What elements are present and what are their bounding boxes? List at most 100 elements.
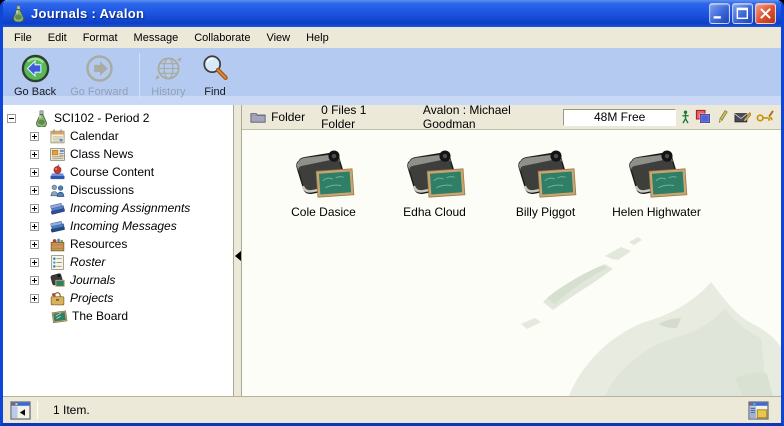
tree-item-label: Journals xyxy=(70,273,115,287)
the-board-icon xyxy=(51,308,68,325)
discussions-icon xyxy=(49,182,66,199)
person-icon[interactable] xyxy=(681,109,690,126)
go-forward-icon xyxy=(84,53,115,84)
journal-item-cole-dasice[interactable]: Cole Dasice xyxy=(268,144,379,219)
tree-item-sci102-period-2[interactable]: SCI102 - Period 2 xyxy=(3,109,233,127)
maximize-icon xyxy=(733,3,752,24)
splitter-collapse-arrow-icon[interactable] xyxy=(235,251,241,261)
minimize-button[interactable] xyxy=(709,3,730,24)
tree-item-projects[interactable]: Projects xyxy=(3,289,233,307)
folder-icon xyxy=(250,110,266,124)
journal-item-label: Helen Highwater xyxy=(612,205,701,219)
statusbar-separator xyxy=(37,401,38,419)
maximize-button[interactable] xyxy=(732,3,753,24)
tree-toggle-icon[interactable] xyxy=(10,401,31,420)
expand-expander-icon[interactable] xyxy=(30,132,39,141)
expand-expander-icon[interactable] xyxy=(30,204,39,213)
tree-item-class-news[interactable]: Class News xyxy=(3,145,233,163)
menu-item-help[interactable]: Help xyxy=(298,29,337,47)
account-name: Avalon : Michael Goodman xyxy=(423,103,551,131)
go-forward-button[interactable]: Go Forward xyxy=(63,52,135,98)
tree-item-label: Course Content xyxy=(70,165,154,179)
tree-item-label: Projects xyxy=(70,291,113,305)
journal-icon xyxy=(514,144,578,202)
folder-items: Cole Dasice Edha Cloud Billy Piggot Helen H… xyxy=(242,130,781,219)
flask-icon xyxy=(33,110,50,127)
tree-item-label: Calendar xyxy=(70,129,119,143)
menu-item-file[interactable]: File xyxy=(6,29,40,47)
menu-item-message[interactable]: Message xyxy=(126,29,187,47)
journal-item-helen-highwater[interactable]: Helen Highwater xyxy=(601,144,712,219)
expand-expander-icon[interactable] xyxy=(30,276,39,285)
status-text: 1 Item. xyxy=(53,403,748,417)
tree-item-journals[interactable]: Journals xyxy=(3,271,233,289)
tree-item-roster[interactable]: Roster xyxy=(3,253,233,271)
journal-item-edha-cloud[interactable]: Edha Cloud xyxy=(379,144,490,219)
tree-item-calendar[interactable]: Calendar xyxy=(3,127,233,145)
find-icon xyxy=(200,53,231,84)
menu-item-collaborate[interactable]: Collaborate xyxy=(186,29,258,47)
toolbar-separator xyxy=(139,53,140,99)
projects-icon xyxy=(49,290,66,307)
expand-expander-icon[interactable] xyxy=(30,186,39,195)
window-title: Journals : Avalon xyxy=(31,6,707,21)
menu-item-view[interactable]: View xyxy=(258,29,298,47)
layout-toggle-icon[interactable] xyxy=(748,401,769,420)
folder-label: Folder xyxy=(271,110,305,124)
layers-icon[interactable] xyxy=(695,109,711,126)
menu-item-edit[interactable]: Edit xyxy=(40,29,75,47)
tree-item-discussions[interactable]: Discussions xyxy=(3,181,233,199)
map-watermark xyxy=(509,228,781,396)
tree-item-label: Incoming Messages xyxy=(70,219,177,233)
toolbar-button-label: Find xyxy=(204,86,225,98)
tree-item-label: Class News xyxy=(70,147,133,161)
toolbar-button-label: Go Forward xyxy=(70,86,128,98)
key-icon[interactable] xyxy=(756,109,775,126)
expand-expander-icon[interactable] xyxy=(30,168,39,177)
journal-item-billy-piggot[interactable]: Billy Piggot xyxy=(490,144,601,219)
minimize-icon xyxy=(710,3,729,24)
free-space-indicator: 48M Free xyxy=(563,109,676,126)
tree-item-incoming-assignments[interactable]: Incoming Assignments xyxy=(3,199,233,217)
journal-icon xyxy=(292,144,356,202)
compose-icon[interactable] xyxy=(734,109,751,126)
expand-expander-icon[interactable] xyxy=(30,150,39,159)
tree-item-incoming-messages[interactable]: Incoming Messages xyxy=(3,217,233,235)
menu-item-format[interactable]: Format xyxy=(75,29,126,47)
calendar-icon xyxy=(49,128,66,145)
menu-bar: FileEditFormatMessageCollaborateViewHelp xyxy=(3,27,781,48)
content-header: Folder 0 Files 1 Folder Avalon : Michael… xyxy=(242,105,781,130)
tree-item-resources[interactable]: Resources xyxy=(3,235,233,253)
folder-view: Cole Dasice Edha Cloud Billy Piggot Helen H… xyxy=(242,130,781,396)
collapse-expander-icon[interactable] xyxy=(7,114,16,123)
expand-expander-icon[interactable] xyxy=(30,258,39,267)
splitter[interactable] xyxy=(233,105,242,396)
expand-expander-icon[interactable] xyxy=(30,240,39,249)
roster-icon xyxy=(49,254,66,271)
tree-item-the-board[interactable]: The Board xyxy=(3,307,233,325)
expand-expander-icon[interactable] xyxy=(30,222,39,231)
class-news-icon xyxy=(49,146,66,163)
journal-item-label: Edha Cloud xyxy=(403,205,466,219)
app-window: Journals : Avalon FileEditFormatMessageC… xyxy=(0,0,784,426)
close-button[interactable] xyxy=(755,3,776,24)
tree-item-label: Resources xyxy=(70,237,127,251)
pencil-icon[interactable] xyxy=(716,109,729,126)
title-bar: Journals : Avalon xyxy=(3,0,781,27)
journal-item-label: Billy Piggot xyxy=(516,205,575,219)
history-icon xyxy=(153,53,184,84)
history-button[interactable]: History xyxy=(144,52,192,98)
resources-icon xyxy=(49,236,66,253)
flask-icon xyxy=(10,5,27,22)
go-back-button[interactable]: Go Back xyxy=(7,52,63,98)
content-panel: Folder 0 Files 1 Folder Avalon : Michael… xyxy=(242,105,781,396)
main-area: SCI102 - Period 2 Calendar Class News Cours… xyxy=(3,105,781,396)
item-counts: 0 Files 1 Folder xyxy=(321,103,395,131)
incoming-messages-icon xyxy=(49,218,66,235)
incoming-assignments-icon xyxy=(49,200,66,217)
find-button[interactable]: Find xyxy=(193,52,238,98)
tree-item-course-content[interactable]: Course Content xyxy=(3,163,233,181)
tree-item-label: Incoming Assignments xyxy=(70,201,190,215)
expand-expander-icon[interactable] xyxy=(30,294,39,303)
tree-item-label: Roster xyxy=(70,255,105,269)
